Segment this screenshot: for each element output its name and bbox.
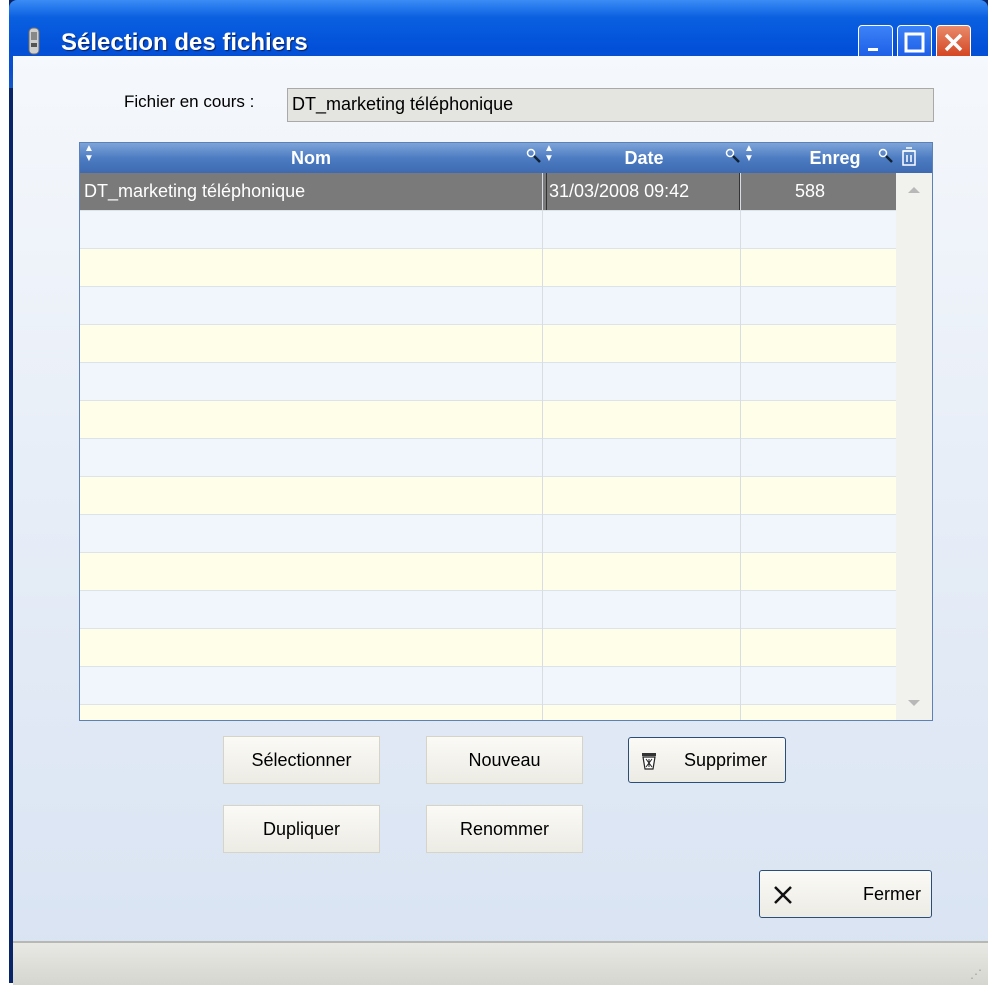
cell-date: 31/03/2008 09:42	[546, 173, 740, 210]
window-title: Sélection des fichiers	[61, 29, 308, 56]
files-table: ▲ ▼ Nom ▲ ▼ Date ▲ ▼ Enreg DT_marketing …	[79, 142, 933, 721]
status-bar: ⋰	[13, 941, 988, 985]
scroll-up-icon[interactable]	[906, 185, 922, 195]
minimize-button[interactable]	[858, 25, 893, 60]
table-row[interactable]	[80, 667, 896, 705]
app-icon	[28, 27, 40, 55]
delete-button-label: Supprimer	[684, 750, 768, 770]
maximize-button[interactable]	[897, 25, 932, 60]
table-header: ▲ ▼ Nom ▲ ▼ Date ▲ ▼ Enreg	[80, 143, 932, 173]
rename-button[interactable]: Renommer	[426, 805, 583, 853]
scroll-down-icon[interactable]	[906, 698, 922, 708]
cell-nom: DT_marketing téléphonique	[84, 181, 306, 201]
table-row[interactable]	[80, 439, 896, 477]
duplicate-button[interactable]: Dupliquer	[223, 805, 380, 853]
table-row[interactable]	[80, 629, 896, 667]
table-row[interactable]: DT_marketing téléphonique 31/03/2008 09:…	[80, 173, 896, 211]
column-settings-icon[interactable]	[901, 147, 917, 167]
close-window-button[interactable]	[936, 25, 971, 60]
minimize-icon	[868, 48, 878, 51]
sort-icon[interactable]: ▲ ▼	[744, 144, 754, 164]
table-row[interactable]	[80, 249, 896, 287]
table-row[interactable]	[80, 477, 896, 515]
table-row[interactable]	[80, 211, 896, 249]
close-button[interactable]: Fermer	[759, 870, 932, 918]
table-row[interactable]	[80, 515, 896, 553]
current-file-label: Fichier en cours :	[124, 92, 255, 111]
column-divider	[542, 173, 543, 720]
resize-grip-icon[interactable]: ⋰	[970, 967, 984, 981]
table-row[interactable]	[80, 287, 896, 325]
table-row[interactable]	[80, 325, 896, 363]
search-icon[interactable]	[878, 148, 894, 164]
table-row[interactable]	[80, 401, 896, 439]
maximize-icon	[904, 32, 925, 53]
table-row[interactable]	[80, 591, 896, 629]
trash-icon	[642, 753, 656, 770]
close-button-label: Fermer	[863, 884, 921, 904]
cell-enreg: 588	[794, 181, 826, 201]
close-x-icon	[774, 886, 792, 904]
column-divider	[740, 173, 741, 720]
close-icon	[944, 33, 963, 52]
table-row[interactable]	[80, 553, 896, 591]
vertical-scrollbar[interactable]	[896, 173, 932, 720]
select-button[interactable]: Sélectionner	[223, 736, 380, 784]
column-header-nom[interactable]: Nom	[80, 143, 542, 173]
delete-button[interactable]: Supprimer	[628, 737, 786, 783]
column-header-date[interactable]: Date	[546, 143, 742, 173]
table-row[interactable]	[80, 705, 896, 720]
search-icon[interactable]	[725, 148, 741, 164]
table-row[interactable]	[80, 363, 896, 401]
current-file-field: DT_marketing téléphonique	[287, 88, 934, 122]
column-header-enreg[interactable]: Enreg	[780, 143, 890, 173]
new-button[interactable]: Nouveau	[426, 736, 583, 784]
dialog-body: Fichier en cours : DT_marketing téléphon…	[13, 56, 988, 985]
dialog-window: Sélection des fichiers Fichier en cours …	[9, 0, 988, 985]
search-icon[interactable]	[526, 148, 542, 164]
